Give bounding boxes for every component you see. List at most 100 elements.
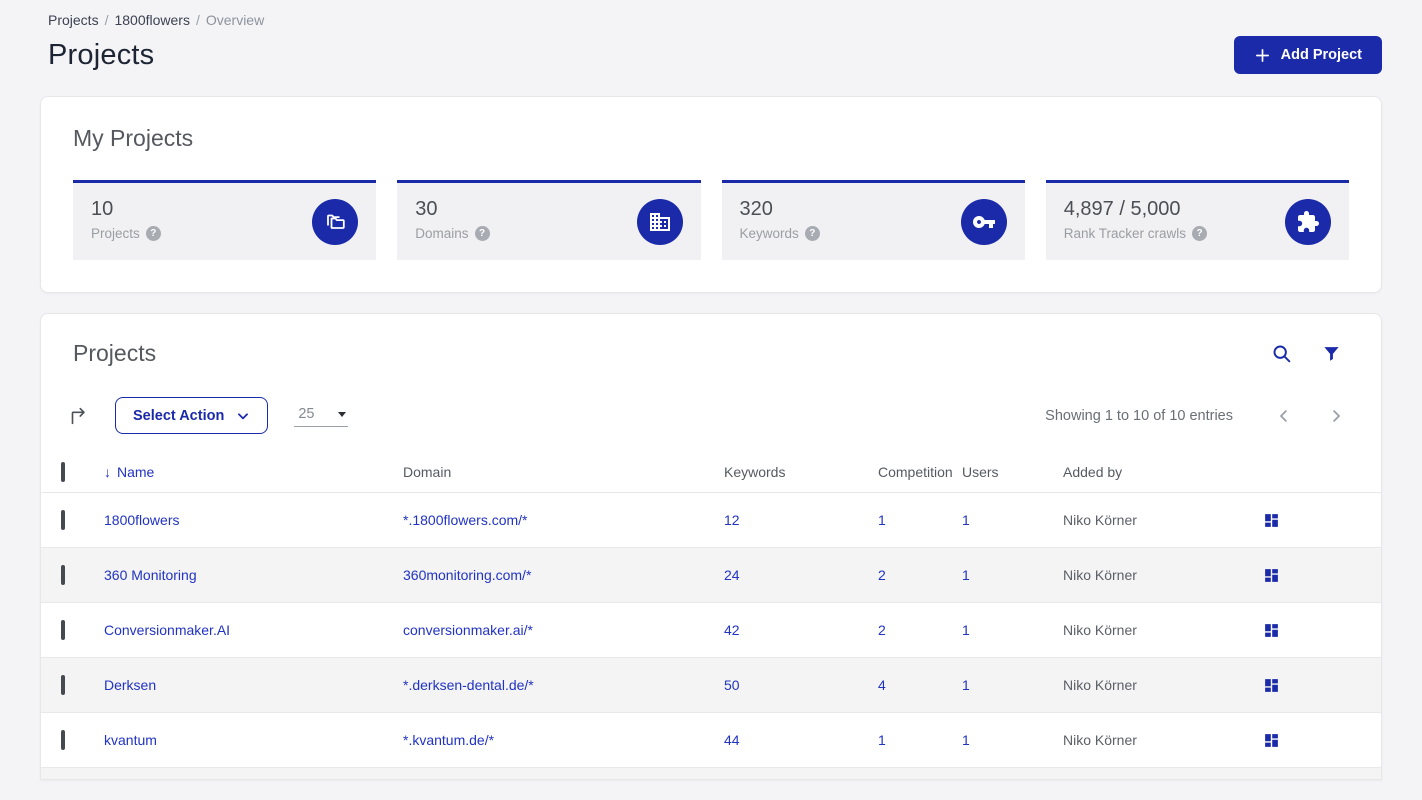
table-header-row: ↓ Name Domain Keywords Competition Users… (41, 452, 1381, 492)
projects-table-card: Projects Select Action 25 Showing 1 to 1… (40, 313, 1382, 780)
dashboard-icon[interactable] (1263, 732, 1381, 749)
redirect-arrow-icon[interactable] (67, 405, 89, 427)
dashboard-icon[interactable] (1263, 677, 1381, 694)
project-name-link[interactable]: 1800flowers (104, 512, 403, 528)
table-row: kvantum *.kvantum.de/* 44 1 1 Niko Körne… (41, 712, 1381, 767)
table-row-partial (41, 767, 1381, 779)
keywords-count-link[interactable]: 24 (724, 567, 878, 583)
projects-panel-title: Projects (73, 340, 157, 366)
column-header-competition[interactable]: Competition (878, 464, 962, 480)
sort-desc-icon: ↓ (104, 464, 111, 480)
added-by-value: Niko Körner (1063, 512, 1137, 528)
stat-card-rank-tracker: 4,897 / 5,000 Rank Tracker crawls ? (1045, 180, 1349, 260)
table-row: 1800flowers *.1800flowers.com/* 12 1 1 N… (41, 492, 1381, 547)
project-domain-link[interactable]: 360monitoring.com/* (403, 567, 724, 583)
table-row: Conversionmaker.AI conversionmaker.ai/* … (41, 602, 1381, 657)
page-size-select[interactable]: 25 (294, 404, 349, 427)
row-checkbox[interactable] (61, 565, 65, 585)
select-action-dropdown[interactable]: Select Action (115, 397, 269, 434)
users-count-link[interactable]: 1 (962, 622, 1063, 638)
my-projects-title: My Projects (73, 125, 194, 151)
folders-icon (312, 198, 359, 245)
add-project-button[interactable]: Add Project (1233, 36, 1382, 74)
chevron-down-icon (236, 409, 250, 423)
page: Projects / 1800flowers / Overview Projects A… (0, 0, 1422, 780)
project-name-link[interactable]: 360 Monitoring (104, 567, 403, 583)
breadcrumb-projects[interactable]: Projects (48, 12, 99, 28)
puzzle-icon (1285, 198, 1331, 245)
column-header-domain[interactable]: Domain (403, 464, 724, 480)
select-action-label: Select Action (133, 407, 225, 424)
keywords-count-link[interactable]: 50 (724, 677, 878, 693)
project-name-link[interactable]: Derksen (104, 677, 403, 693)
showing-entries-text: Showing 1 to 10 of 10 entries (1045, 407, 1233, 424)
breadcrumb: Projects / 1800flowers / Overview (48, 12, 1382, 28)
pagination-prev-button[interactable] (1275, 407, 1293, 425)
project-domain-link[interactable]: *.1800flowers.com/* (403, 512, 724, 528)
help-icon[interactable]: ? (145, 226, 161, 241)
stat-card-keywords: 320 Keywords ? (721, 180, 1025, 260)
page-title: Projects (48, 38, 155, 71)
users-count-link[interactable]: 1 (962, 677, 1063, 693)
column-header-added-by[interactable]: Added by (1063, 464, 1263, 480)
stat-card-projects: 10 Projects ? (73, 180, 377, 260)
row-checkbox[interactable] (61, 675, 65, 695)
keywords-count-link[interactable]: 44 (724, 732, 878, 748)
project-domain-link[interactable]: conversionmaker.ai/* (403, 622, 724, 638)
building-icon (636, 198, 683, 245)
caret-down-icon (338, 411, 347, 417)
breadcrumb-separator: / (104, 12, 109, 28)
users-count-link[interactable]: 1 (962, 732, 1063, 748)
competition-count-link[interactable]: 1 (878, 512, 962, 528)
column-header-keywords[interactable]: Keywords (724, 464, 878, 480)
project-domain-link[interactable]: *.kvantum.de/* (403, 732, 724, 748)
help-icon[interactable]: ? (804, 226, 820, 241)
help-icon[interactable]: ? (1192, 226, 1208, 241)
dashboard-icon[interactable] (1263, 512, 1381, 529)
project-domain-link[interactable]: *.derksen-dental.de/* (403, 677, 724, 693)
column-header-users[interactable]: Users (962, 464, 1063, 480)
table-row: Derksen *.derksen-dental.de/* 50 4 1 Nik… (41, 657, 1381, 712)
projects-count-label: Projects (91, 226, 140, 241)
competition-count-link[interactable]: 2 (878, 622, 962, 638)
breadcrumb-separator: / (195, 12, 200, 28)
page-size-value: 25 (298, 406, 315, 422)
added-by-value: Niko Körner (1063, 622, 1137, 638)
filter-icon[interactable] (1322, 344, 1341, 363)
competition-count-link[interactable]: 1 (878, 732, 962, 748)
search-icon[interactable] (1271, 343, 1292, 364)
competition-count-link[interactable]: 4 (878, 677, 962, 693)
dashboard-icon[interactable] (1263, 622, 1381, 639)
column-header-name[interactable]: ↓ Name (104, 464, 403, 480)
competition-count-link[interactable]: 2 (878, 567, 962, 583)
table-row: 360 Monitoring 360monitoring.com/* 24 2 … (41, 547, 1381, 602)
domains-count-label: Domains (415, 226, 469, 241)
row-checkbox[interactable] (61, 510, 65, 530)
users-count-link[interactable]: 1 (962, 567, 1063, 583)
projects-table: ↓ Name Domain Keywords Competition Users… (41, 452, 1381, 779)
project-name-link[interactable]: Conversionmaker.AI (104, 622, 403, 638)
added-by-value: Niko Körner (1063, 732, 1137, 748)
breadcrumb-overview: Overview (205, 12, 265, 28)
my-projects-card: My Projects 10 Projects ? 30 Domains ? 3… (40, 96, 1382, 293)
table-toolbar: Select Action 25 Showing 1 to 10 of 10 e… (71, 397, 1349, 434)
added-by-value: Niko Körner (1063, 567, 1137, 583)
keywords-count-link[interactable]: 12 (724, 512, 878, 528)
help-icon[interactable]: ? (474, 226, 490, 241)
keywords-count-label: Keywords (739, 226, 799, 241)
add-project-label: Add Project (1280, 47, 1362, 63)
breadcrumb-1800flowers[interactable]: 1800flowers (114, 12, 190, 28)
row-checkbox[interactable] (61, 730, 65, 750)
dashboard-icon[interactable] (1263, 567, 1381, 584)
rank-tracker-label: Rank Tracker crawls (1063, 226, 1187, 241)
plus-icon (1254, 47, 1271, 64)
page-header: Projects Add Project (40, 36, 1382, 74)
keywords-count-link[interactable]: 42 (724, 622, 878, 638)
row-checkbox[interactable] (61, 620, 65, 640)
project-name-link[interactable]: kvantum (104, 732, 403, 748)
key-icon (960, 198, 1007, 245)
added-by-value: Niko Körner (1063, 677, 1137, 693)
users-count-link[interactable]: 1 (962, 512, 1063, 528)
pagination-next-button[interactable] (1327, 407, 1345, 425)
select-all-checkbox[interactable] (61, 462, 65, 482)
